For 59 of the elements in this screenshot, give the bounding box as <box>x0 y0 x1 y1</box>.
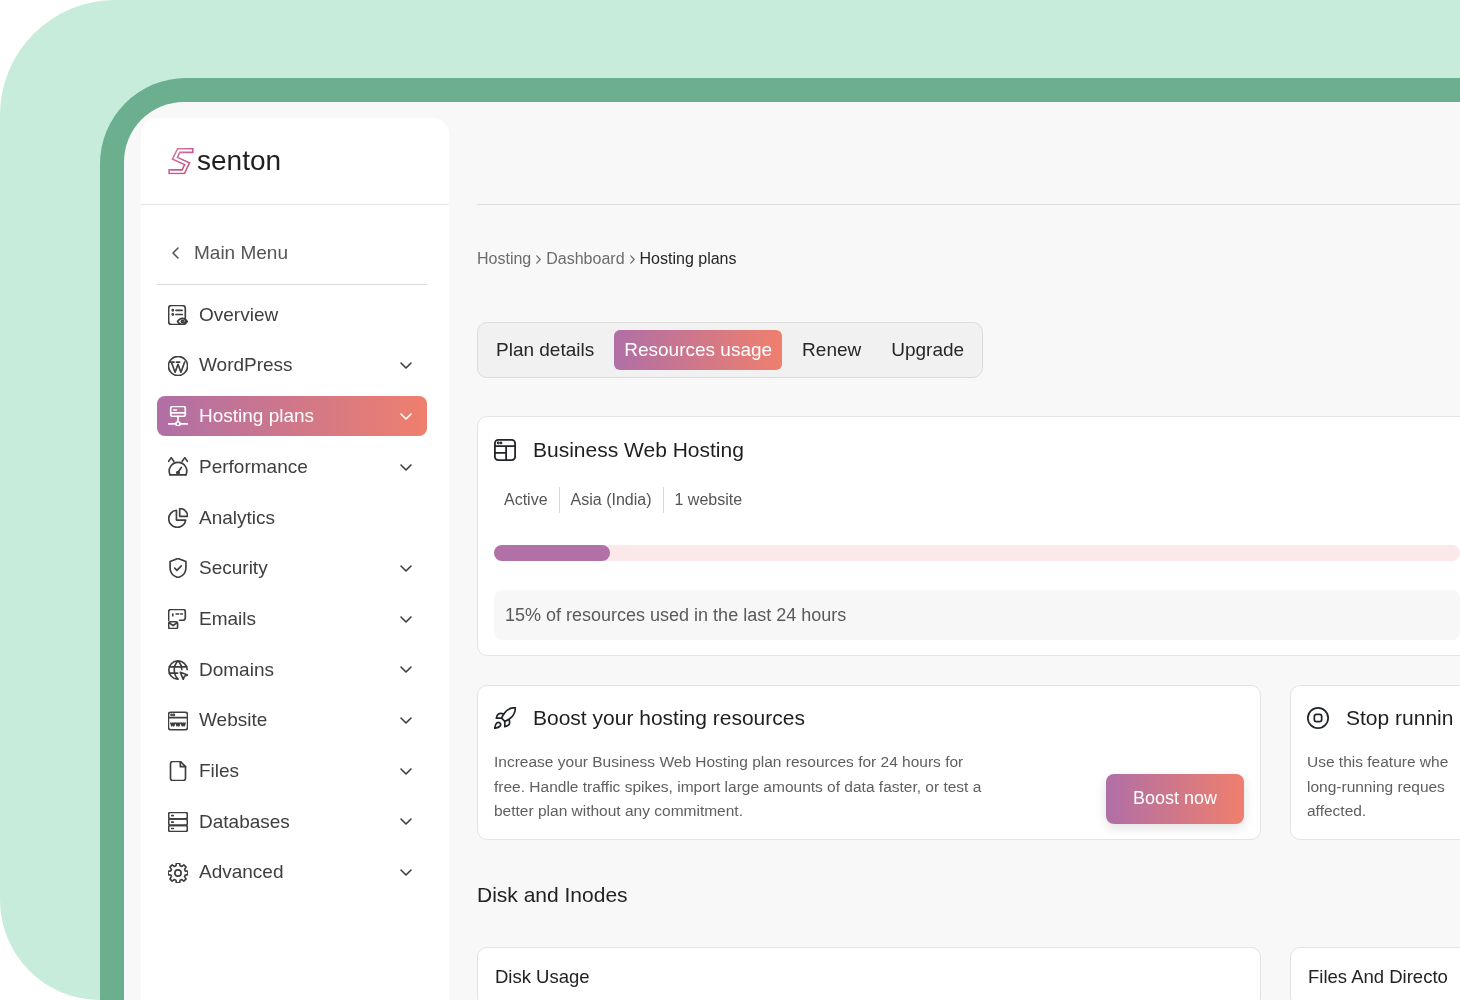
chevron-down-icon <box>400 818 412 826</box>
file-icon <box>168 761 188 782</box>
envelope-icon <box>168 609 188 630</box>
section-heading: Disk and Inodes <box>477 881 629 908</box>
database-icon <box>168 811 188 832</box>
sidebar-item[interactable]: Files <box>157 751 427 792</box>
card-title: Boost your hosting resources <box>533 705 805 731</box>
chevron-right-icon <box>536 254 542 264</box>
stop-icon <box>1307 707 1329 729</box>
sidebar-item[interactable]: Performance <box>157 447 427 488</box>
breadcrumb-link[interactable]: Hosting <box>477 247 532 271</box>
tab[interactable]: Upgrade <box>881 330 975 370</box>
chevron-down-icon <box>400 666 412 674</box>
settings-icon <box>168 862 188 883</box>
chevron-down-icon <box>400 463 412 471</box>
sidebar-item[interactable]: Databases <box>157 801 427 842</box>
chevron-left-icon <box>172 247 179 259</box>
sidebar-item[interactable]: Analytics <box>157 497 427 538</box>
sidebar-item[interactable]: Security <box>157 548 427 589</box>
sidebar-item[interactable]: Emails <box>157 599 427 640</box>
chevron-down-icon <box>400 717 412 724</box>
card-title: Business Web Hosting <box>533 437 744 463</box>
chevron-down-icon <box>400 564 412 572</box>
usage-note: 15% of resources used in the last 24 hours <box>494 590 1460 640</box>
card-description: Use this feature whe long-running reques affected. <box>1307 752 1449 821</box>
breadcrumb-current: Hosting plans <box>639 249 737 269</box>
layout-icon <box>494 439 516 461</box>
shield-check-icon <box>168 558 188 579</box>
brand-name: senton <box>197 144 282 178</box>
tab[interactable]: Plan details <box>486 330 605 370</box>
chevron-down-icon <box>400 615 412 623</box>
card-description: Increase your Business Web Hosting plan resources for 24 hours for free. Handle traffic spikes, import large amounts of data faster, or test a better plan without any commitment. <box>494 752 982 821</box>
circle-w-icon <box>168 355 188 376</box>
chevron-down-icon <box>400 412 412 420</box>
globe-cursor-icon <box>168 659 188 680</box>
browser-www-icon <box>168 710 188 731</box>
chevron-down-icon <box>400 869 412 877</box>
plan-detail: Asia (India) <box>558 487 663 513</box>
pie-chart-icon <box>168 507 188 528</box>
card-title: Disk Usage <box>495 964 591 989</box>
gauge-icon <box>168 457 188 478</box>
chevron-down-icon <box>400 767 412 775</box>
plan-detail: 1 website <box>662 487 754 513</box>
list-eye-icon <box>168 305 188 325</box>
sidebar-item[interactable]: Website <box>157 700 427 741</box>
sidebar-item[interactable]: Domains <box>157 649 427 690</box>
sidebar-item[interactable]: Overview <box>157 295 427 335</box>
sidebar-item[interactable]: Advanced <box>157 852 427 893</box>
plan-detail: Active <box>503 490 549 510</box>
tab[interactable]: Renew <box>792 330 872 370</box>
server-icon <box>168 406 188 427</box>
card-title: Stop runnin <box>1346 705 1454 731</box>
rocket-icon <box>494 707 516 729</box>
back-link[interactable]: Main Menu <box>157 233 427 273</box>
sidebar-item[interactable]: WordPress <box>157 345 427 386</box>
chevron-right-icon <box>629 254 635 264</box>
chevron-down-icon <box>400 362 412 370</box>
breadcrumb-link[interactable]: Dashboard <box>546 247 625 271</box>
card-title: Files And Directo <box>1308 964 1449 989</box>
